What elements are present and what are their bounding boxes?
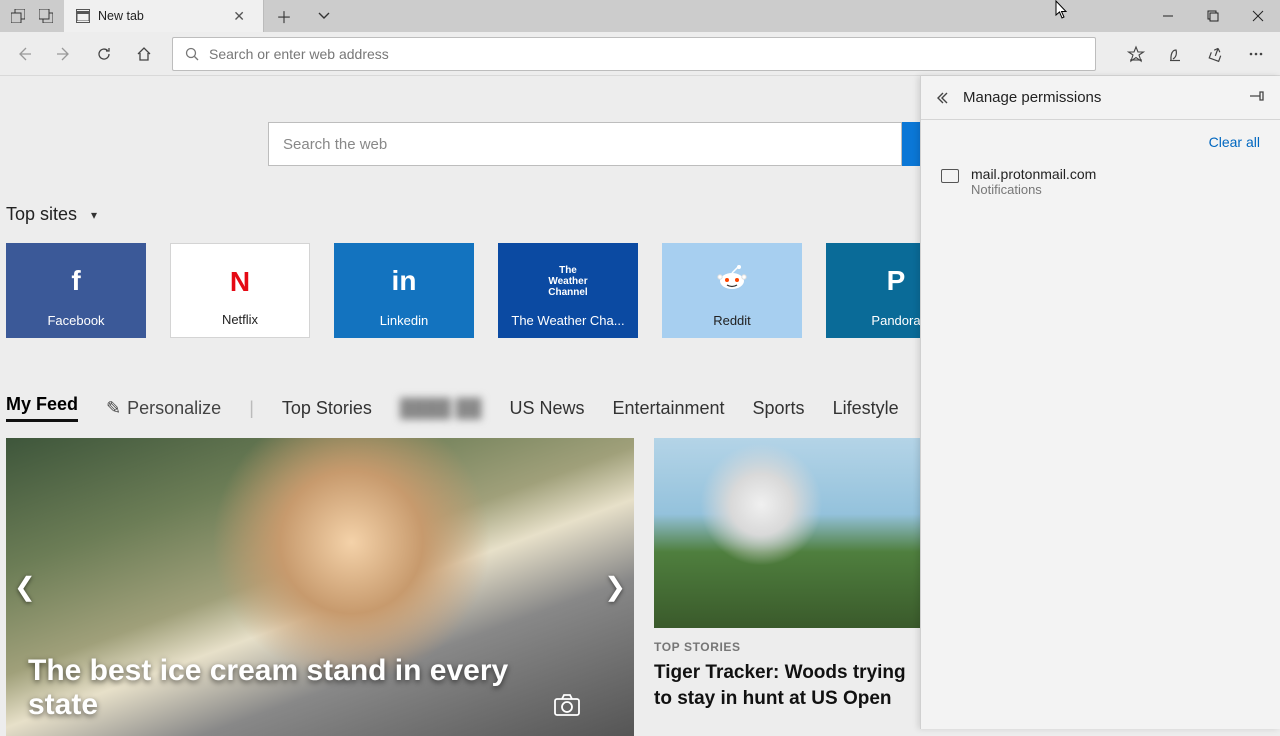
set-tabs-aside-icon[interactable] <box>32 0 60 32</box>
refresh-button[interactable] <box>84 32 124 76</box>
search-icon <box>185 47 199 61</box>
panel-collapse-icon[interactable] <box>935 91 949 105</box>
tab-us-news[interactable]: US News <box>509 398 584 419</box>
tab-personalize[interactable]: ✎ Personalize <box>106 398 221 419</box>
facebook-icon: f <box>71 265 80 297</box>
tile-label: Reddit <box>713 313 751 328</box>
tab-redacted[interactable]: ████ ██ <box>400 398 482 419</box>
carousel-prev-icon[interactable]: ❮ <box>14 572 36 603</box>
camera-icon <box>554 694 580 716</box>
netflix-icon: N <box>230 266 250 298</box>
close-window-button[interactable] <box>1235 0 1280 32</box>
more-button[interactable] <box>1236 32 1276 76</box>
tab-my-feed[interactable]: My Feed <box>6 394 78 422</box>
tab-close-icon[interactable]: ✕ <box>229 8 249 25</box>
top-sites-label: Top sites <box>6 204 77 225</box>
share-button[interactable] <box>1196 32 1236 76</box>
tab-actions-left <box>0 0 64 32</box>
address-input[interactable] <box>209 46 1083 62</box>
tile-label: Pandora <box>871 313 920 328</box>
tile-facebook[interactable]: f Facebook <box>6 243 146 338</box>
new-tab-button[interactable]: ＋ <box>264 0 304 32</box>
tab-entertainment[interactable]: Entertainment <box>612 398 724 419</box>
web-search-box[interactable] <box>268 122 902 166</box>
tile-label: Netflix <box>222 312 258 327</box>
panel-title: Manage permissions <box>963 89 1236 106</box>
story-card[interactable]: TOP STORIES Tiger Tracker: Woods trying … <box>654 438 922 736</box>
address-bar[interactable] <box>172 37 1096 71</box>
permissions-panel: Manage permissions Clear all mail.proton… <box>920 76 1280 729</box>
home-button[interactable] <box>124 32 164 76</box>
tile-netflix[interactable]: N Netflix <box>170 243 310 338</box>
pencil-icon: ✎ <box>106 398 121 419</box>
favorites-button[interactable] <box>1116 32 1156 76</box>
story-thumbnail <box>654 438 922 628</box>
tab-title: New tab <box>98 9 144 23</box>
back-button[interactable] <box>4 32 44 76</box>
reddit-icon <box>717 265 747 291</box>
tile-label: The Weather Cha... <box>511 313 624 328</box>
personalize-label: Personalize <box>127 398 221 419</box>
tile-reddit[interactable]: Reddit <box>662 243 802 338</box>
reading-list-button[interactable] <box>1156 32 1196 76</box>
tile-weather[interactable]: TheWeatherChannel The Weather Cha... <box>498 243 638 338</box>
browser-tab[interactable]: New tab ✕ <box>64 0 264 32</box>
forward-button[interactable] <box>44 32 84 76</box>
web-search-input[interactable] <box>283 136 887 153</box>
divider: | <box>249 398 254 419</box>
tab-sports[interactable]: Sports <box>753 398 805 419</box>
tabs-aside-icon[interactable] <box>4 0 32 32</box>
panel-header: Manage permissions <box>921 76 1280 120</box>
titlebar: New tab ✕ ＋ <box>0 0 1280 32</box>
tile-label: Facebook <box>47 313 104 328</box>
tile-linkedin[interactable]: in Linkedin <box>334 243 474 338</box>
tab-preview-chevron-icon[interactable] <box>304 0 344 32</box>
tab-lifestyle[interactable]: Lifestyle <box>833 398 899 419</box>
hero-card[interactable]: ❮ ❯ The best ice cream stand in every st… <box>6 438 634 736</box>
window-controls <box>1145 0 1280 32</box>
toolbar <box>0 32 1280 76</box>
story-category: TOP STORIES <box>654 640 922 654</box>
weather-channel-icon: TheWeatherChannel <box>548 265 587 298</box>
clear-all-link[interactable]: Clear all <box>921 120 1280 160</box>
linkedin-icon: in <box>392 265 417 297</box>
tab-favicon-icon <box>76 9 90 23</box>
minimize-button[interactable] <box>1145 0 1190 32</box>
tab-top-stories[interactable]: Top Stories <box>282 398 372 419</box>
story-headline: Tiger Tracker: Woods trying to stay in h… <box>654 660 922 711</box>
site-icon <box>941 169 959 183</box>
chevron-down-icon: ▾ <box>91 208 97 222</box>
permission-item[interactable]: mail.protonmail.com Notifications <box>921 160 1280 203</box>
tile-label: Linkedin <box>380 313 428 328</box>
pandora-icon: P <box>887 265 906 297</box>
permission-detail: Notifications <box>971 182 1096 197</box>
hero-headline: The best ice cream stand in every state <box>28 654 554 722</box>
pin-icon[interactable] <box>1250 90 1266 106</box>
permission-site: mail.protonmail.com <box>971 166 1096 182</box>
carousel-next-icon[interactable]: ❯ <box>604 572 626 603</box>
tab-actions-right: ＋ <box>264 0 344 32</box>
maximize-button[interactable] <box>1190 0 1235 32</box>
